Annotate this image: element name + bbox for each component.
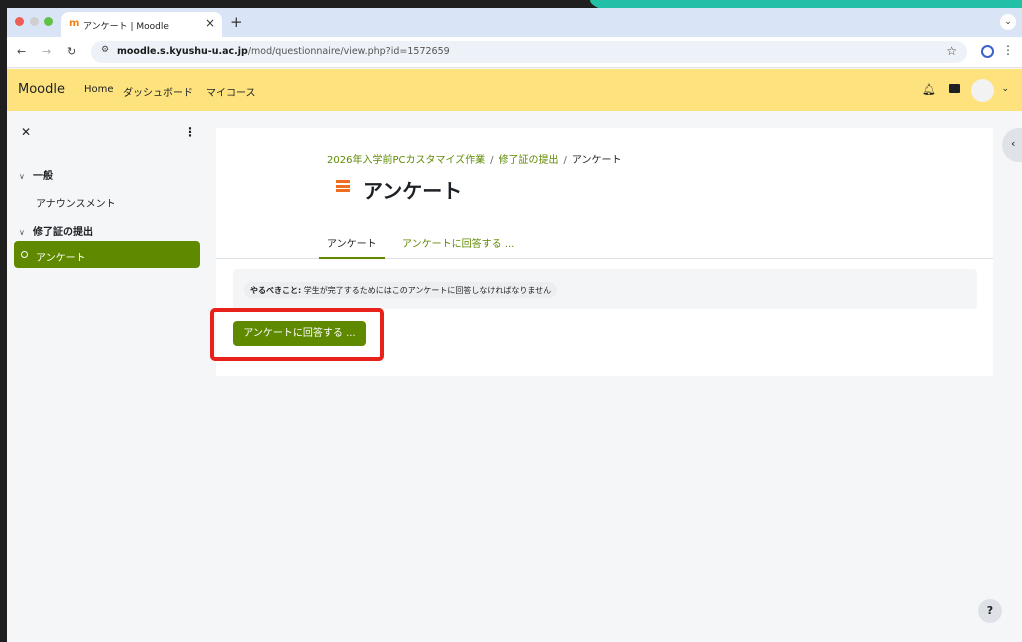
minimize-window-button[interactable]: [30, 17, 39, 26]
new-tab-button[interactable]: +: [230, 13, 243, 31]
breadcrumb-separator: /: [490, 155, 494, 166]
messages-icon[interactable]: [949, 84, 960, 93]
url-text: moodle.s.kyushu-u.ac.jp/mod/questionnair…: [117, 46, 450, 57]
nav-mycourses-link[interactable]: マイコース: [206, 84, 256, 99]
url-path: /mod/questionnaire/view.php?id=1572659: [247, 46, 450, 57]
course-index-drawer: ✕ ⋮ ∨ 一般 アナウンスメント ∨ 修了証の提出 アンケート: [7, 111, 205, 642]
section-title: 一般: [33, 171, 53, 182]
breadcrumb-section-link[interactable]: 修了証の提出: [499, 155, 559, 166]
nav-dashboard-link[interactable]: ダッシュボード: [123, 84, 193, 99]
help-button[interactable]: ?: [978, 599, 1002, 623]
nav-home-link[interactable]: Home: [84, 84, 114, 95]
user-menu-chevron-icon[interactable]: ⌄: [1001, 84, 1009, 94]
close-drawer-icon[interactable]: ✕: [21, 125, 31, 139]
page-title: アンケート: [363, 179, 463, 203]
main-region: 2026年入学前PCカスタマイズ作業 / 修了証の提出 / アンケート アンケート アン…: [205, 111, 1022, 642]
drawer-item-announcements[interactable]: アナウンスメント: [36, 195, 116, 210]
breadcrumb-current: アンケート: [571, 155, 622, 166]
section-title: 修了証の提出: [33, 227, 93, 238]
desktop-decoration: [590, 0, 1022, 8]
user-avatar[interactable]: [971, 79, 994, 102]
todo-badge: やるべきこと: 学生が完了するためにはこのアンケートに回答しなければなりません: [244, 282, 558, 298]
tab-close-icon[interactable]: ×: [205, 16, 215, 30]
desktop-background: [560, 0, 1022, 8]
site-settings-icon[interactable]: ⚙: [101, 45, 109, 55]
tab-title: アンケート | Moodle: [83, 22, 169, 32]
chevron-down-icon[interactable]: ∨: [19, 172, 33, 181]
back-icon[interactable]: ←: [17, 45, 26, 58]
drawer-options-icon[interactable]: ⋮: [184, 125, 196, 139]
questionnaire-icon: [336, 180, 350, 196]
breadcrumb-course-link[interactable]: 2026年入学前PCカスタマイズ作業: [327, 155, 485, 166]
open-block-drawer-icon[interactable]: ‹: [1002, 128, 1022, 162]
section-general[interactable]: ∨ 一般: [19, 167, 53, 182]
todo-text: 学生が完了するためにはこのアンケートに回答しなければなりません: [301, 286, 552, 295]
drawer-item-questionnaire[interactable]: アンケート: [14, 241, 200, 268]
answer-questionnaire-button[interactable]: アンケートに回答する ...: [233, 321, 366, 346]
url-host: moodle.s.kyushu-u.ac.jp: [117, 46, 248, 57]
browser-tab[interactable]: m アンケート | Moodle ×: [61, 12, 222, 37]
completion-requirements: やるべきこと: 学生が完了するためにはこのアンケートに回答しなければなりません: [233, 269, 977, 309]
browser-toolbar: ← → ↻ ⚙ moodle.s.kyushu-u.ac.jp/mod/ques…: [7, 37, 1022, 68]
maximize-window-button[interactable]: [44, 17, 53, 26]
secondary-navigation: アンケート アンケートに回答する ...: [216, 226, 993, 259]
bookmark-star-icon[interactable]: ☆: [946, 44, 957, 58]
completion-circle-icon: [21, 251, 28, 258]
tab-strip: m アンケート | Moodle × + ⌄: [7, 8, 1022, 37]
site-brand[interactable]: Moodle: [18, 82, 65, 97]
tab-questionnaire[interactable]: アンケート: [319, 226, 385, 259]
moodle-favicon-icon: m: [69, 18, 80, 29]
moodle-navbar: Moodle Home ダッシュボード マイコース 🔔︎ ⌄: [7, 69, 1022, 111]
breadcrumb-separator: /: [563, 155, 567, 166]
section-certificate-submission[interactable]: ∨ 修了証の提出: [19, 223, 93, 238]
tab-answer-questionnaire[interactable]: アンケートに回答する ...: [394, 226, 522, 259]
browser-window: m アンケート | Moodle × + ⌄ ← → ↻ ⚙ moodle.s.…: [7, 8, 1022, 642]
chevron-down-icon[interactable]: ∨: [19, 228, 33, 237]
activity-card: 2026年入学前PCカスタマイズ作業 / 修了証の提出 / アンケート アンケート アン…: [210, 128, 993, 376]
reload-icon[interactable]: ↻: [67, 45, 76, 58]
forward-icon[interactable]: →: [42, 45, 51, 58]
address-bar[interactable]: ⚙ moodle.s.kyushu-u.ac.jp/mod/questionna…: [91, 41, 967, 63]
drawer-item-label: アンケート: [36, 253, 86, 264]
close-window-button[interactable]: [15, 17, 24, 26]
notification-bell-icon[interactable]: 🔔︎: [922, 83, 936, 96]
breadcrumb: 2026年入学前PCカスタマイズ作業 / 修了証の提出 / アンケート: [327, 151, 622, 166]
todo-label: やるべきこと:: [250, 286, 302, 295]
tab-search-button[interactable]: ⌄: [1000, 14, 1016, 30]
browser-menu-icon[interactable]: ⋮: [1002, 43, 1014, 57]
profile-icon[interactable]: [981, 45, 994, 58]
